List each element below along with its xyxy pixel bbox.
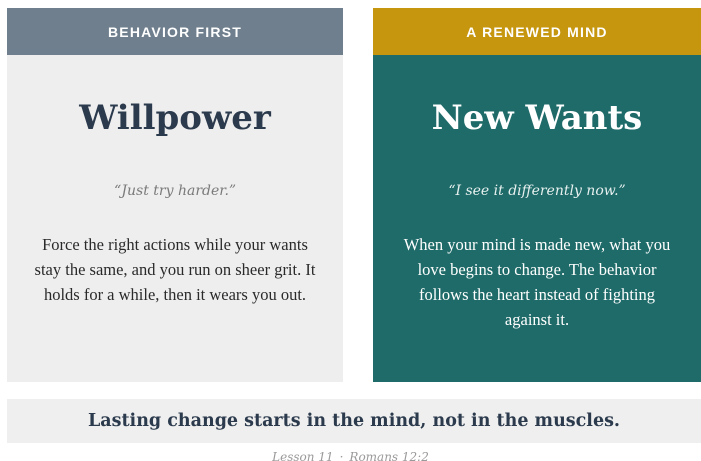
- page: BEHAVIOR FIRST Willpower “Just try harde…: [0, 0, 701, 461]
- card-header-renewed-mind: A RENEWED MIND: [373, 8, 701, 55]
- footer-lesson: Lesson 11: [272, 450, 334, 461]
- summary-banner-text: Lasting change starts in the mind, not i…: [87, 411, 621, 431]
- card-title-new-wants: New Wants: [431, 98, 643, 138]
- card-header-behavior-first: BEHAVIOR FIRST: [7, 8, 343, 55]
- card-quote-right: “I see it differently now.”: [448, 183, 626, 199]
- footer-separator: ·: [339, 450, 344, 461]
- card-body-left: Force the right actions while your wants…: [34, 235, 316, 304]
- renewed-mind-card: A RENEWED MIND New Wants “I see it diffe…: [373, 8, 701, 382]
- card-title-willpower: Willpower: [79, 98, 271, 138]
- behavior-first-card: BEHAVIOR FIRST Willpower “Just try harde…: [7, 8, 343, 382]
- summary-banner: Lasting change starts in the mind, not i…: [7, 399, 701, 443]
- footer-reference: Romans 12:2: [349, 450, 429, 461]
- card-body-right: When your mind is made new, what you lov…: [403, 235, 671, 329]
- footer-citation: Lesson 11 · Romans 12:2: [0, 449, 701, 461]
- card-quote-left: “Just try harder.”: [113, 183, 237, 199]
